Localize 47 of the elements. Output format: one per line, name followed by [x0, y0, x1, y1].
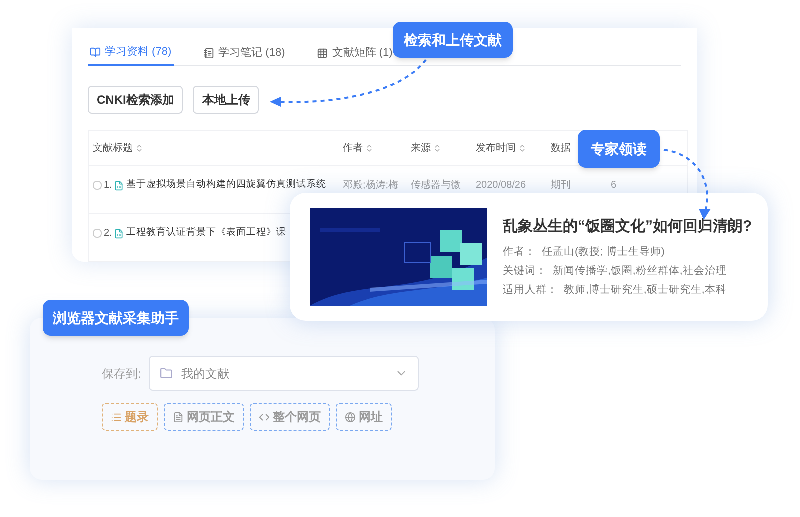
card-title: 乱象丛生的“饭圈文化”如何回归清朗? [503, 216, 752, 237]
table-cell-text: 传感器与微 [411, 178, 462, 193]
sort-icon [365, 144, 374, 152]
field-value: 任孟山(教授; 博士生导师) [542, 245, 665, 260]
file-icon [114, 180, 124, 190]
toolbar-button[interactable]: 本地上传 [193, 86, 260, 114]
code-icon [259, 412, 270, 422]
callout-label: 浏览器文献采集助手 [43, 300, 189, 336]
callout-label: 检索和上传文献 [393, 22, 513, 58]
row-checkbox[interactable] [93, 181, 102, 190]
field-label: 作者： [503, 245, 536, 260]
row-checkbox[interactable] [93, 229, 102, 238]
list-icon [111, 412, 122, 422]
row-number: 1. [104, 179, 112, 193]
table-cell-text: 2020/08/26 [476, 179, 528, 193]
sort-icon [135, 144, 144, 152]
table-cell-text: 期刊 [551, 178, 572, 193]
tab[interactable]: 文献矩阵 (1) [315, 40, 395, 66]
column-header[interactable]: 来源 [411, 140, 442, 156]
save-to-label: 保存到: [102, 366, 142, 382]
field-value: 新闻传播学,饭圈,粉丝群体,社会治理 [553, 264, 727, 279]
toolbar-button[interactable]: CNKI检索添加 [88, 86, 184, 114]
file-icon [114, 228, 124, 238]
column-header[interactable]: 文献标题 [93, 140, 144, 156]
row-number: 2. [104, 227, 112, 241]
globe-icon [345, 412, 356, 422]
callout-label: 专家领读 [578, 130, 660, 168]
field-label: 适用人群： [503, 282, 558, 298]
folder-icon [160, 367, 174, 380]
document-title[interactable]: 基于虚拟场景自动构建的四旋翼仿真测试系统 [126, 178, 326, 193]
table-cell-text: 邓殿;杨涛;梅 [343, 178, 400, 193]
tab[interactable]: 学习笔记 (18) [202, 40, 288, 66]
table-cell-text: 6 [611, 179, 617, 193]
notebook-icon [204, 48, 215, 58]
folder-select[interactable]: 我的文献 [149, 356, 420, 391]
field-value: 教师,博士研究生,硕士研究生,本科 [564, 282, 727, 298]
sort-icon [518, 144, 527, 152]
book-icon [90, 46, 101, 58]
sort-icon [433, 144, 442, 152]
column-header[interactable]: 数据 [551, 140, 571, 156]
field-label: 关键词： [503, 264, 547, 279]
column-header[interactable]: 发布时间 [476, 140, 527, 156]
column-header[interactable]: 作者 [343, 140, 374, 156]
grid-icon [317, 48, 328, 58]
tab[interactable]: 学习资料 (78) [88, 40, 174, 66]
document-title[interactable]: 工程教育认证背景下《表面工程》课 [126, 226, 286, 241]
document-icon [173, 412, 184, 422]
